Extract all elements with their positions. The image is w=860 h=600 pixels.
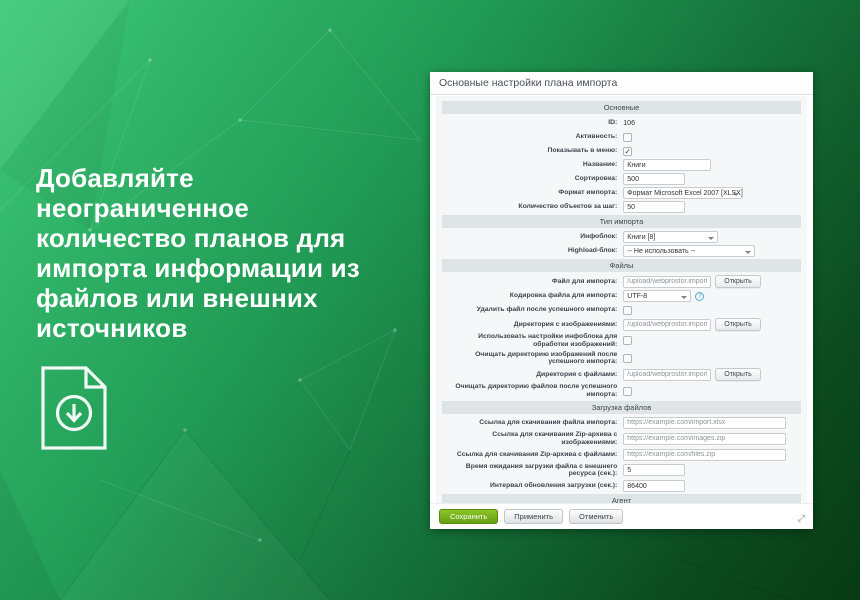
apply-button[interactable]: Применить bbox=[504, 509, 563, 524]
images-dir-input[interactable] bbox=[623, 319, 711, 331]
field-row-sort: Сортировка: bbox=[442, 173, 801, 185]
field-label: Файл для импорта: bbox=[442, 278, 623, 286]
field-label: Директория с файлами: bbox=[442, 371, 623, 379]
images-zip-url-input[interactable] bbox=[623, 433, 786, 445]
field-row-id: ID: 106 bbox=[442, 117, 801, 129]
encoding-help-icon[interactable]: ? bbox=[695, 292, 704, 301]
promo-stage: Добавляйте неограниченное количество пла… bbox=[0, 0, 860, 600]
files-dir-open-button[interactable]: Открыть bbox=[715, 368, 761, 381]
field-row-delete-file: Удалить файл после успешного импорта: bbox=[442, 304, 801, 316]
field-label: Очищать директорию изображений после усп… bbox=[442, 351, 623, 367]
import-format-select[interactable]: Формат Microsoft Excel 2007 [XLSX] bbox=[623, 187, 743, 199]
field-label: Highload-блок: bbox=[442, 247, 623, 255]
field-label: Интервал обновления загрузки (сек.): bbox=[442, 482, 623, 490]
highload-select[interactable]: -- Не использовать -- bbox=[623, 245, 755, 257]
resize-handle-icon[interactable] bbox=[797, 514, 806, 523]
field-row-images-dir: Директория с изображениями: Открыть bbox=[442, 318, 801, 331]
field-label: Количество объектов за шаг: bbox=[442, 203, 623, 211]
import-settings-form: Основные настройки плана импорта Основны… bbox=[430, 72, 813, 529]
download-timeout-input[interactable] bbox=[623, 464, 685, 476]
delete-file-checkbox[interactable] bbox=[623, 306, 632, 315]
field-label: Очищать директорию файлов после успешног… bbox=[442, 383, 623, 399]
clear-images-dir-checkbox[interactable] bbox=[623, 354, 632, 363]
field-row-clear-files-dir: Очищать директорию файлов после успешног… bbox=[442, 383, 801, 399]
field-label: Инфоблок: bbox=[442, 233, 623, 241]
select-value: Книги [8] bbox=[627, 234, 655, 241]
id-value: 106 bbox=[623, 120, 635, 127]
field-row-clear-images-dir: Очищать директорию изображений после усп… bbox=[442, 351, 801, 367]
field-label: Формат импорта: bbox=[442, 189, 623, 197]
section-header-agent: Агент bbox=[442, 494, 801, 503]
field-label: Показывать в меню: bbox=[442, 147, 623, 155]
field-label: Активность: bbox=[442, 133, 623, 141]
field-row-files-zip-url: Ссылка для скачивания Zip-архива с файла… bbox=[442, 449, 801, 461]
form-title: Основные настройки плана импорта bbox=[430, 72, 813, 95]
use-iblock-settings-checkbox[interactable] bbox=[623, 336, 632, 345]
section-header-main: Основные bbox=[442, 101, 801, 114]
field-label: Ссылка для скачивания Zip-архива с файла… bbox=[442, 451, 623, 459]
section-header-import-type: Тип импорта bbox=[442, 215, 801, 228]
field-label: Директория с изображениями: bbox=[442, 321, 623, 329]
field-row-download-timeout: Время ожидания загрузки файла с внешнего… bbox=[442, 463, 801, 479]
activity-checkbox[interactable] bbox=[623, 133, 632, 142]
field-row-files-dir: Директория с файлами: Открыть bbox=[442, 368, 801, 381]
cancel-button[interactable]: Отменить bbox=[569, 509, 623, 524]
field-row-iblock: Инфоблок: Книги [8] bbox=[442, 231, 801, 243]
field-row-download-interval: Интервал обновления загрузки (сек.): bbox=[442, 480, 801, 492]
images-dir-open-button[interactable]: Открыть bbox=[715, 318, 761, 331]
section-header-files: Файлы bbox=[442, 259, 801, 272]
field-label: Название: bbox=[442, 161, 623, 169]
field-row-activity: Активность: bbox=[442, 131, 801, 143]
field-label: Время ожидания загрузки файла с внешнего… bbox=[442, 463, 623, 479]
select-value: UTF-8 bbox=[627, 293, 647, 300]
section-header-download: Загрузка файлов bbox=[442, 401, 801, 414]
form-body: Основные ID: 106 Активность: Показывать … bbox=[436, 96, 807, 503]
files-dir-input[interactable] bbox=[623, 369, 711, 381]
show-in-menu-checkbox[interactable]: ✓ bbox=[623, 147, 632, 156]
iblock-select[interactable]: Книги [8] bbox=[623, 231, 718, 243]
field-label: ID: bbox=[442, 119, 623, 127]
field-label: Сортировка: bbox=[442, 175, 623, 183]
form-footer: Сохранить Применить Отменить bbox=[430, 503, 813, 529]
field-row-show-in-menu: Показывать в меню: ✓ bbox=[442, 145, 801, 157]
field-row-use-iblock-settings: Использовать настройки инфоблока для обр… bbox=[442, 333, 801, 349]
field-row-import-format: Формат импорта: Формат Microsoft Excel 2… bbox=[442, 187, 801, 199]
select-value: -- Не использовать -- bbox=[627, 248, 695, 255]
field-row-name: Название: bbox=[442, 159, 801, 171]
field-label: Использовать настройки инфоблока для обр… bbox=[442, 333, 623, 349]
clear-files-dir-checkbox[interactable] bbox=[623, 387, 632, 396]
name-input[interactable] bbox=[623, 159, 711, 171]
files-zip-url-input[interactable] bbox=[623, 449, 786, 461]
import-file-input[interactable] bbox=[623, 276, 711, 288]
field-row-encoding: Кодировка файла для импорта: UTF-8 ? bbox=[442, 290, 801, 302]
download-document-icon bbox=[40, 366, 108, 450]
import-file-open-button[interactable]: Открыть bbox=[715, 275, 761, 288]
field-label: Ссылка для скачивания файла импорта: bbox=[442, 419, 623, 427]
select-value: Формат Microsoft Excel 2007 [XLSX] bbox=[627, 190, 743, 197]
field-row-import-file-url: Ссылка для скачивания файла импорта: bbox=[442, 417, 801, 429]
field-label: Ссылка для скачивания Zip-архива с изобр… bbox=[442, 431, 623, 447]
field-row-import-file: Файл для импорта: Открыть bbox=[442, 275, 801, 288]
field-label: Удалить файл после успешного импорта: bbox=[442, 306, 623, 314]
field-label: Кодировка файла для импорта: bbox=[442, 292, 623, 300]
save-button[interactable]: Сохранить bbox=[439, 509, 498, 524]
hero-heading: Добавляйте неограниченное количество пла… bbox=[36, 163, 388, 343]
field-row-highload: Highload-блок: -- Не использовать -- bbox=[442, 245, 801, 257]
download-refresh-interval-input[interactable] bbox=[623, 480, 685, 492]
field-row-objects-per-step: Количество объектов за шаг: bbox=[442, 201, 801, 213]
field-row-images-zip-url: Ссылка для скачивания Zip-архива с изобр… bbox=[442, 431, 801, 447]
objects-per-step-input[interactable] bbox=[623, 201, 685, 213]
import-file-url-input[interactable] bbox=[623, 417, 786, 429]
sort-input[interactable] bbox=[623, 173, 685, 185]
encoding-select[interactable]: UTF-8 bbox=[623, 290, 691, 302]
